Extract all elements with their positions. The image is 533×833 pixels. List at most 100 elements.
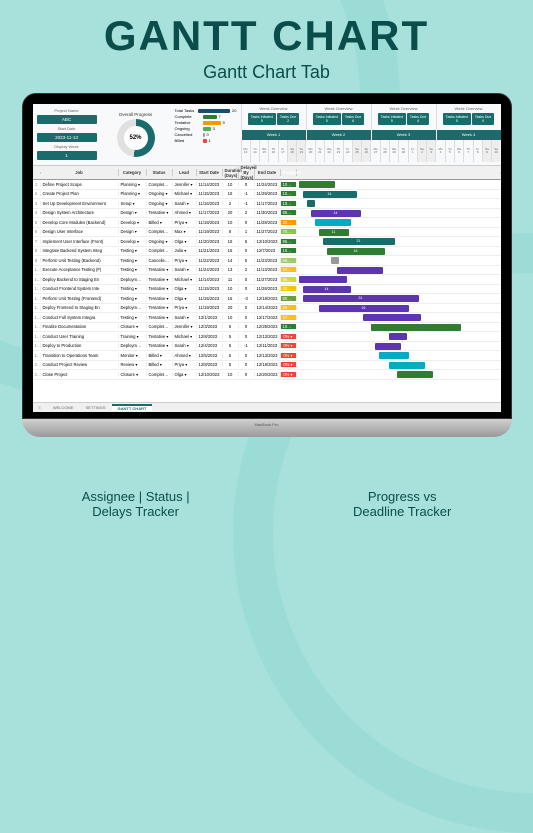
cell-job[interactable]: Transition to Operations Team — [41, 353, 119, 358]
cell-end-date[interactable]: 12/28/2023 — [255, 324, 281, 329]
cell-progress[interactable]: 95% ▾ — [281, 239, 297, 244]
col-status[interactable]: Status — [147, 169, 173, 176]
cell-lead[interactable]: Jennifer ▾ — [173, 324, 197, 329]
cell-status[interactable]: Complete ▾ — [147, 182, 173, 187]
cell-category[interactable]: Training ▾ — [119, 334, 147, 339]
cell-duration[interactable]: 20 — [223, 305, 239, 310]
cell-end-date[interactable]: 12/11/2023 — [255, 343, 281, 348]
cell-duration[interactable]: 20 — [223, 210, 239, 215]
cell-delayed[interactable]: 0 — [239, 324, 255, 329]
cell-end-date[interactable]: 11/13/2023 — [255, 267, 281, 272]
cell-lead[interactable]: Julia ▾ — [173, 248, 197, 253]
cell-category[interactable]: Develop ▾ — [119, 239, 147, 244]
cell-status[interactable]: Complete ▾ — [147, 372, 173, 377]
cell-delayed[interactable]: 0 — [239, 277, 255, 282]
gantt-bar[interactable]: 14 — [303, 191, 357, 198]
cell-start-date[interactable]: 11/21/2023 — [197, 248, 223, 253]
cell-duration[interactable]: 14 — [223, 258, 239, 263]
gantt-bar[interactable] — [397, 371, 433, 378]
cell-status[interactable]: Tentative ▾ — [147, 277, 173, 282]
cell-progress[interactable]: 0% ▾ — [281, 362, 297, 367]
table-row[interactable]: 4 Design System Architecture Design ▾ Te… — [33, 209, 501, 219]
tab-gantt-chart[interactable]: GANTT CHART — [112, 404, 153, 411]
cell-lead[interactable]: Olga ▾ — [173, 286, 197, 291]
cell-duration[interactable]: 15 — [223, 239, 239, 244]
col-duration[interactable]: Duration (Days) — [223, 167, 239, 179]
table-row[interactable]: 20 Conduct Project Review Review ▾ Bille… — [33, 361, 501, 371]
cell-delayed[interactable]: 5 — [239, 239, 255, 244]
cell-delayed[interactable]: -1 — [239, 201, 255, 206]
cell-job[interactable]: Conduct User Training — [41, 334, 119, 339]
cell-job[interactable]: Design System Architecture — [41, 210, 119, 215]
cell-start-date[interactable]: 12/10/2023 — [197, 372, 223, 377]
gantt-bar[interactable] — [375, 343, 401, 350]
cell-delayed[interactable]: 1 — [239, 229, 255, 234]
cell-status[interactable]: Tentative ▾ — [147, 296, 173, 301]
cell-progress[interactable]: 47% ▾ — [281, 267, 297, 272]
cell-status[interactable]: Ongoing ▾ — [147, 191, 173, 196]
cell-progress[interactable]: 70% ▾ — [281, 229, 297, 234]
cell-delayed[interactable]: 0 — [239, 334, 255, 339]
cell-start-date[interactable]: 11/19/2023 — [197, 305, 223, 310]
cell-end-date[interactable]: 11/28/2023 — [255, 220, 281, 225]
cell-progress[interactable]: 40% ▾ — [281, 286, 297, 291]
col-category[interactable]: Category — [119, 169, 147, 176]
cell-progress[interactable]: 40% ▾ — [281, 305, 297, 310]
cell-job[interactable]: Deploy Backend to Staging En — [41, 277, 119, 282]
cell-category[interactable]: Review ▾ — [119, 362, 147, 367]
gantt-bar[interactable]: 21 — [323, 238, 395, 245]
cell-category[interactable]: Closure ▾ — [119, 372, 147, 377]
cell-end-date[interactable]: 12/7/2023 — [255, 248, 281, 253]
col-end-date[interactable]: End Date — [255, 169, 281, 176]
table-row[interactable]: 18 Deploy to Production Deployment ▾ Ten… — [33, 342, 501, 352]
cell-job[interactable]: Set Up Development Environment — [41, 201, 119, 206]
cell-start-date[interactable]: 12/5/2023 — [197, 353, 223, 358]
table-row[interactable]: 7 Implement User Interface (Front) Devel… — [33, 237, 501, 247]
cell-end-date[interactable]: 11/27/2023 — [255, 277, 281, 282]
table-row[interactable]: 5 Develop Core Modules (Backend) Develop… — [33, 218, 501, 228]
cell-job[interactable]: Execute Acceptance Testing (F) — [41, 267, 119, 272]
cell-lead[interactable]: Olga ▾ — [173, 372, 197, 377]
table-row[interactable]: 6 Design User Interface Design ▾ Complet… — [33, 228, 501, 238]
cell-end-date[interactable]: 12/20/2023 — [255, 372, 281, 377]
cell-progress[interactable]: 0% ▾ — [281, 334, 297, 339]
cell-start-date[interactable]: 11/22/2023 — [197, 258, 223, 263]
cell-category[interactable]: Setup ▾ — [119, 201, 147, 206]
cell-start-date[interactable]: 12/4/2023 — [197, 343, 223, 348]
cell-duration[interactable]: 5 — [223, 334, 239, 339]
cell-category[interactable]: Design ▾ — [119, 210, 147, 215]
cell-lead[interactable]: Max ▾ — [173, 229, 197, 234]
cell-lead[interactable]: Ahmed ▾ — [173, 210, 197, 215]
cell-progress[interactable]: 100% ▾ — [281, 324, 297, 329]
cell-lead[interactable]: Michael ▾ — [173, 334, 197, 339]
cell-status[interactable]: Cancelled ▾ — [147, 258, 173, 263]
cell-end-date[interactable]: 12/13/2023 — [255, 353, 281, 358]
cell-start-date[interactable]: 12/3/2023 — [197, 324, 223, 329]
cell-end-date[interactable]: 12/17/2023 — [255, 315, 281, 320]
cell-end-date[interactable]: 12/13/2023 — [255, 334, 281, 339]
col-progress[interactable]: Progress — [281, 169, 297, 176]
table-row[interactable]: 8 Integrate Backend System Integ Testing… — [33, 247, 501, 257]
cell-status[interactable]: Complete ▾ — [147, 248, 173, 253]
cell-duration[interactable]: 15 — [223, 296, 239, 301]
cell-job[interactable]: Conduct Project Review — [41, 362, 119, 367]
table-row[interactable]: 2 Create Project Plan Planning ▾ Ongoing… — [33, 190, 501, 200]
cell-category[interactable]: Planning ▾ — [119, 182, 147, 187]
cell-job[interactable]: Create Project Plan — [41, 191, 119, 196]
cell-job[interactable]: Design User Interface — [41, 229, 119, 234]
cell-delayed[interactable]: -1 — [239, 191, 255, 196]
cell-end-date[interactable]: 11/28/2023 — [255, 286, 281, 291]
table-row[interactable]: 16 Finalize Documentation Closure ▾ Comp… — [33, 323, 501, 333]
cell-lead[interactable]: Ahmed ▾ — [173, 353, 197, 358]
cell-duration[interactable]: 10 — [223, 220, 239, 225]
cell-job[interactable]: Deploy to Production — [41, 343, 119, 348]
cell-lead[interactable]: Priya ▾ — [173, 220, 197, 225]
gantt-bar[interactable] — [315, 219, 351, 226]
cell-delayed[interactable]: 0 — [239, 372, 255, 377]
cell-duration[interactable]: 15 — [223, 248, 239, 253]
table-row[interactable]: 9 Perform Unit Testing (Backend) Testing… — [33, 256, 501, 266]
cell-delayed[interactable]: 0 — [239, 182, 255, 187]
cell-job[interactable]: Integrate Backend System Integ — [41, 248, 119, 253]
cell-job[interactable]: Perform Unit Testing (Frontend) — [41, 296, 119, 301]
cell-status[interactable]: Ongoing ▾ — [147, 201, 173, 206]
